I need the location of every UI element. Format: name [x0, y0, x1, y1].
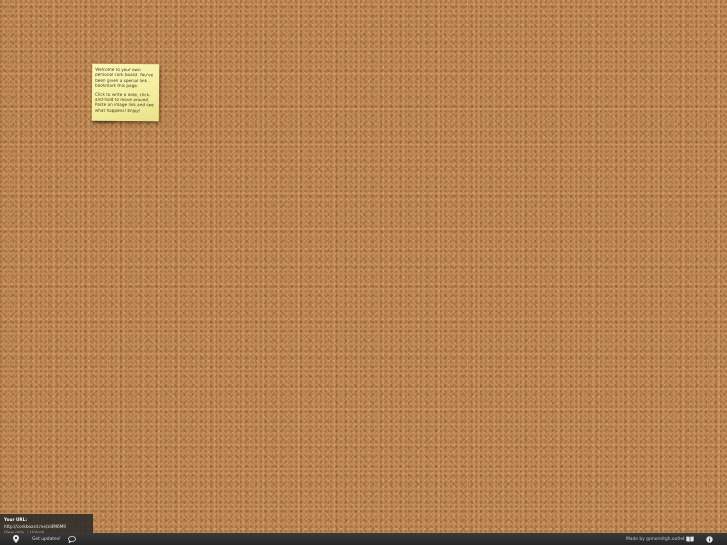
info-icon[interactable]	[706, 533, 713, 545]
sticky-note[interactable]: Welcome to your own personal cork board.…	[91, 63, 160, 122]
get-updates-link[interactable]: Get updates!	[32, 533, 61, 545]
url-panel: Your URL: http://corkboard.me/zi4M6M9 Vi…	[0, 514, 93, 535]
note-paragraph-instructions: Click to write a note, click-and-hold to…	[94, 91, 154, 113]
bottom-bar: Get updates! Made by @mornitgh.outlet	[0, 533, 727, 545]
board-url-link[interactable]: http://corkboard.me/zi4M6M9	[4, 524, 66, 529]
note-paragraph-welcome: Welcome to your own personal cork board.…	[95, 66, 154, 89]
made-by-credit[interactable]: Made by @mornitgh.outlet	[626, 533, 685, 545]
url-row: Your URL: http://corkboard.me/zi4M6M9	[4, 517, 89, 530]
location-pin-icon[interactable]	[13, 533, 19, 545]
chat-bubble-icon[interactable]	[68, 533, 76, 545]
url-label: Your URL:	[4, 517, 27, 522]
book-icon[interactable]	[686, 533, 694, 545]
